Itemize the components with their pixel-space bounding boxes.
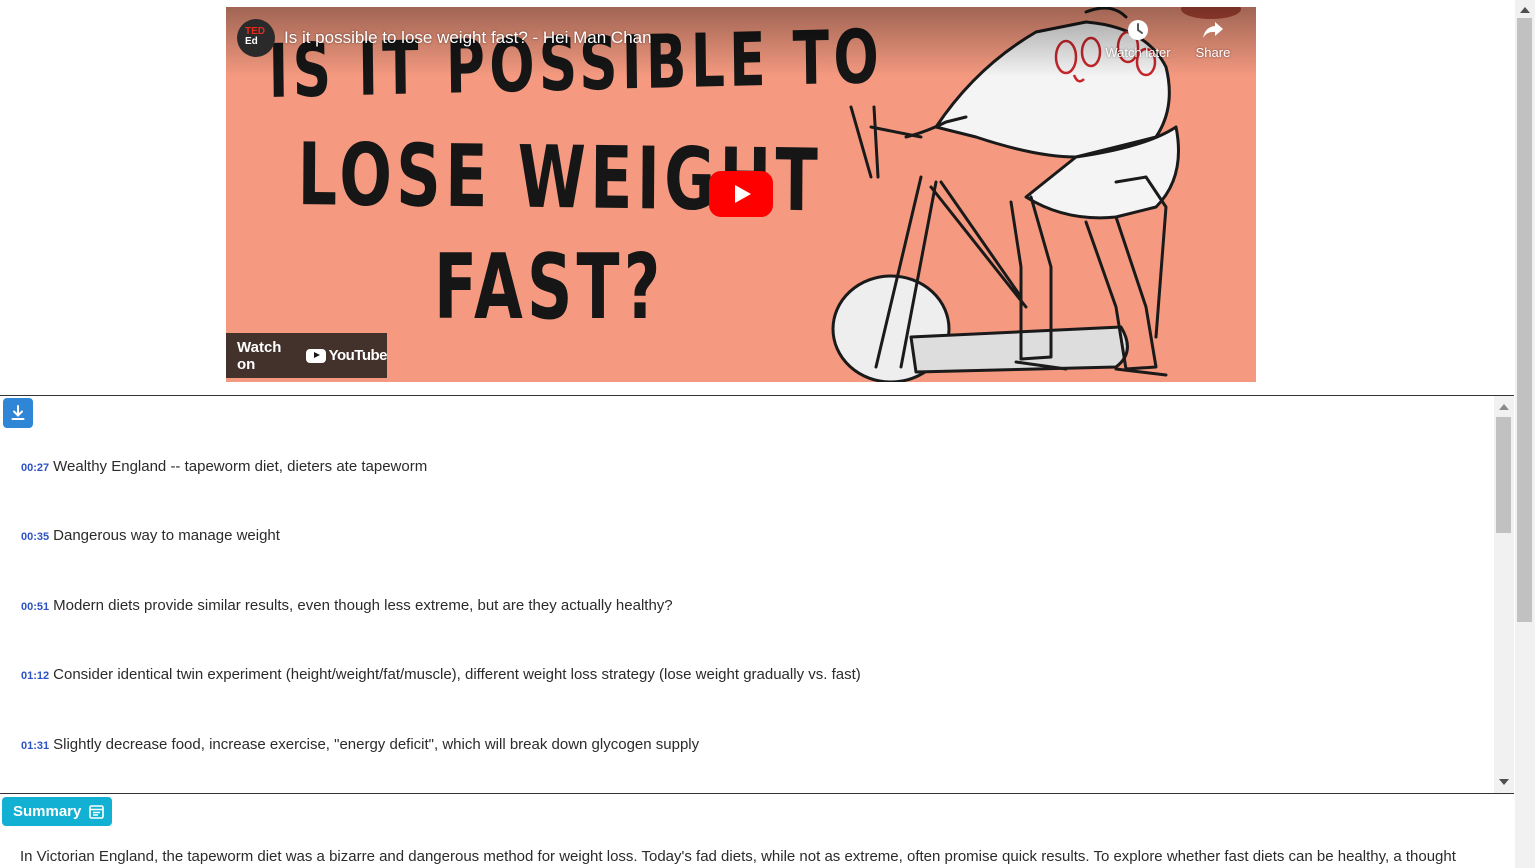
share-button[interactable]: Share [1173,19,1253,60]
transcript-scrollbar[interactable] [1494,396,1514,793]
transcript-item: 01:31 Slightly decrease food, increase ex… [21,736,699,753]
thumbnail-line-3: FAST? [434,235,665,340]
transcript-text: Wealthy England -- tapeworm diet, dieter… [53,458,428,475]
share-arrow-icon [1203,22,1223,38]
transcript-panel[interactable]: 00:27 Wealthy England -- tapeworm diet, d… [0,395,1514,794]
watch-later-button[interactable]: Watch later [1098,19,1178,60]
calendar-icon [89,805,105,819]
page-scrollbar-thumb[interactable] [1517,18,1532,622]
watch-on-youtube-button[interactable]: Watch on YouTube [226,333,388,378]
transcript-item: 01:12 Consider identical twin experiment … [21,666,861,683]
watch-later-label: Watch later [1105,45,1171,60]
summary-label: Summary [13,803,82,820]
timestamp-link[interactable]: 00:51 [21,601,49,613]
youtube-play-icon [305,348,326,363]
transcript-text: Dangerous way to manage weight [53,527,280,544]
play-button[interactable] [709,171,773,217]
channel-logo-ed: Ed [245,36,258,47]
watch-on-label: Watch on [237,338,282,373]
scrollbar-thumb[interactable] [1496,417,1511,533]
youtube-logo-text: YouTube [328,347,388,364]
transcript-text: Consider identical twin experiment (heig… [53,666,861,683]
download-button[interactable] [3,398,33,428]
video-title[interactable]: Is it possible to lose weight fast? - He… [284,28,652,48]
clock-icon [1128,20,1148,40]
youtube-logo: YouTube [305,347,388,364]
transcript-item: 00:51 Modern diets provide similar result… [21,597,673,614]
transcript-text: Slightly decrease food, increase exercis… [53,736,700,753]
channel-avatar[interactable]: TED Ed [237,19,275,57]
timestamp-link[interactable]: 00:35 [21,531,49,543]
transcript-item: 00:27 Wealthy England -- tapeworm diet, d… [21,458,427,475]
timestamp-link[interactable]: 01:31 [21,740,49,752]
share-label: Share [1195,45,1231,60]
transcript-text: Modern diets provide similar results, ev… [53,597,673,614]
scroll-down-arrow-icon[interactable] [1499,779,1509,785]
youtube-embed[interactable]: IS IT POSSIBLE TO LOSE WEIGHT FAST? [226,7,1256,382]
summary-button[interactable]: Summary [2,797,112,826]
page-scrollbar[interactable] [1515,0,1535,868]
download-icon [11,405,25,420]
transcript-item: 00:35 Dangerous way to manage weight [21,527,280,544]
scroll-up-arrow-icon[interactable] [1499,404,1509,410]
summary-text: In Victorian England, the tapeworm diet … [20,848,1456,865]
timestamp-link[interactable]: 00:27 [21,462,49,474]
page-scroll-up-arrow-icon[interactable] [1520,7,1530,13]
timestamp-link[interactable]: 01:12 [21,670,49,682]
